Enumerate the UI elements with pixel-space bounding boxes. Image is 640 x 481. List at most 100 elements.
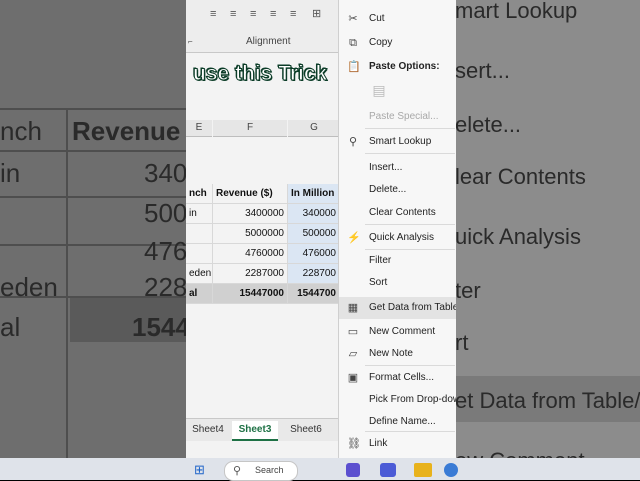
menu-item-clear-contents[interactable]: Clear Contents <box>339 202 456 224</box>
ribbon-group-label: Alignment <box>246 36 291 47</box>
bg-menu-item: mart Lookup <box>455 0 578 23</box>
table-cell[interactable]: 5000000 <box>213 224 288 244</box>
bg-value: 340 <box>144 158 186 188</box>
ribbon: ≡ ≡ ≡ ≡ ≡ ⊞ ⌐ Alignment <box>186 0 340 53</box>
column-header-g[interactable]: G <box>288 120 340 137</box>
search-icon: ⚲ <box>348 136 358 148</box>
table-header-cell[interactable]: In Million <box>288 184 340 204</box>
bg-menu-item: lear Contents <box>455 164 586 189</box>
grid-line <box>0 108 186 110</box>
grid-line <box>0 150 186 152</box>
table-total-cell[interactable]: 1544700 <box>288 284 340 304</box>
table-icon: ▦ <box>347 302 359 314</box>
bg-value: 476 <box>144 236 186 266</box>
menu-item-paste-special[interactable]: Paste Special... <box>339 106 456 128</box>
paste-icon: ▤ <box>372 82 386 98</box>
bg-menu-item: et Data from Table/ <box>455 388 640 413</box>
table-cell[interactable]: 476000 <box>288 244 340 264</box>
table-cell[interactable]: 2287000 <box>213 264 288 284</box>
table-cell[interactable]: 4760000 <box>213 244 288 264</box>
context-menu: ✂ Cut ⧉ Copy 📋 Paste Options: ▤ Paste Sp… <box>338 0 456 458</box>
windows-taskbar: ⊞ ⚲ Search <box>0 458 640 481</box>
menu-separator <box>365 224 455 225</box>
table-cell[interactable]: 500000 <box>288 224 340 244</box>
quick-analysis-icon: ⚡ <box>347 232 361 244</box>
table-cell[interactable] <box>186 224 213 244</box>
menu-section-paste-options: 📋 Paste Options: <box>347 61 440 73</box>
background-zoomed-sheet-left: nch Revenue in eden al 340 500 476 228 1… <box>0 0 186 480</box>
windows-start-icon[interactable]: ⊞ <box>194 463 208 477</box>
sheet-tab-active[interactable]: Sheet3 <box>232 421 278 441</box>
merge-center-icon[interactable]: ⊞ <box>312 8 324 20</box>
menu-item-smart-lookup[interactable]: ⚲ Smart Lookup <box>339 131 456 153</box>
table-cell[interactable]: in <box>186 204 213 224</box>
menu-item-delete[interactable]: Delete... <box>339 179 456 201</box>
taskbar-search-box[interactable]: ⚲ Search <box>224 461 298 481</box>
increase-indent-icon[interactable]: ≡ <box>290 8 302 20</box>
table-cell[interactable]: 3400000 <box>213 204 288 224</box>
browser-icon[interactable] <box>444 463 458 477</box>
bg-menu-item: rt <box>455 330 469 355</box>
link-icon: ⛓ <box>347 438 361 450</box>
menu-separator <box>365 431 455 432</box>
bg-value: 500 <box>144 198 186 228</box>
overlay-caption: use this Trick <box>192 62 328 86</box>
bg-menu-item: sert... <box>455 58 511 83</box>
copy-icon: ⧉ <box>349 37 357 49</box>
menu-separator <box>365 153 455 154</box>
bg-row-label: eden <box>0 272 58 302</box>
bg-row-label: in <box>0 158 21 188</box>
menu-item-define-name[interactable]: Define Name... <box>339 411 456 433</box>
bg-row-label: al <box>0 312 21 342</box>
bg-menu-item: ter <box>455 278 481 303</box>
menu-item-get-data-from-table[interactable]: ▦ Get Data from Table/ <box>339 297 456 319</box>
table-cell[interactable]: eden <box>186 264 213 284</box>
search-icon: ⚲ <box>233 465 242 477</box>
file-explorer-icon[interactable] <box>414 463 432 477</box>
menu-item-new-comment[interactable]: ▭ New Comment <box>339 321 456 343</box>
table-total-cell[interactable]: 15447000 <box>213 284 288 304</box>
menu-item-new-note[interactable]: ▱ New Note <box>339 343 456 365</box>
sheet-tab[interactable]: Sheet6 <box>284 421 328 439</box>
dialog-launcher-icon[interactable]: ⌐ <box>188 36 200 48</box>
table-header-cell[interactable]: nch <box>186 184 213 204</box>
menu-item-pick-from-dropdown[interactable]: Pick From Drop-dow <box>339 389 456 411</box>
bg-menu-item: elete... <box>455 112 522 137</box>
paste-option-button[interactable]: ▤ <box>339 80 456 106</box>
note-icon: ▱ <box>348 348 358 360</box>
scissors-icon: ✂ <box>348 13 358 25</box>
align-center-icon[interactable]: ≡ <box>230 8 242 20</box>
sheet-tabs-bar: Sheet4 Sheet3 Sheet6 <box>186 418 340 441</box>
bg-value: 1544 <box>132 312 186 342</box>
table-total-cell[interactable]: al <box>186 284 213 304</box>
grid-line <box>66 108 68 480</box>
bg-menu-item: uick Analysis <box>455 224 581 249</box>
menu-item-sort[interactable]: Sort <box>339 272 456 294</box>
menu-item-cut[interactable]: ✂ Cut <box>339 8 456 30</box>
decrease-indent-icon[interactable]: ≡ <box>270 8 282 20</box>
table-cell[interactable] <box>186 244 213 264</box>
background-zoomed-menu-right: mart Lookup sert... elete... lear Conten… <box>455 0 640 480</box>
table-cell[interactable]: 228700 <box>288 264 340 284</box>
bg-header-branch: nch <box>0 116 42 146</box>
clipboard-icon: 📋 <box>347 61 361 73</box>
teams-icon[interactable] <box>380 463 396 477</box>
menu-item-insert[interactable]: Insert... <box>339 157 456 179</box>
table-cell[interactable]: 340000 <box>288 204 340 224</box>
align-right-icon[interactable]: ≡ <box>250 8 262 20</box>
column-header-e[interactable]: E <box>186 120 212 137</box>
bg-header-revenue: Revenue <box>72 116 181 146</box>
comment-icon: ▭ <box>347 326 359 338</box>
menu-item-quick-analysis[interactable]: ⚡ Quick Analysis <box>339 227 456 249</box>
sheet-tab[interactable]: Sheet4 <box>188 421 228 439</box>
column-header-f[interactable]: F <box>213 120 287 137</box>
menu-item-copy[interactable]: ⧉ Copy <box>339 32 456 54</box>
chat-app-icon[interactable] <box>346 463 360 477</box>
table-header-cell[interactable]: Revenue ($) <box>213 184 288 204</box>
align-left-icon[interactable]: ≡ <box>210 8 222 20</box>
menu-item-filter[interactable]: Filter <box>339 250 456 272</box>
format-cells-icon: ▣ <box>347 372 359 384</box>
menu-item-link[interactable]: ⛓ Link <box>339 433 456 455</box>
menu-separator <box>365 365 455 366</box>
menu-item-format-cells[interactable]: ▣ Format Cells... <box>339 367 456 389</box>
